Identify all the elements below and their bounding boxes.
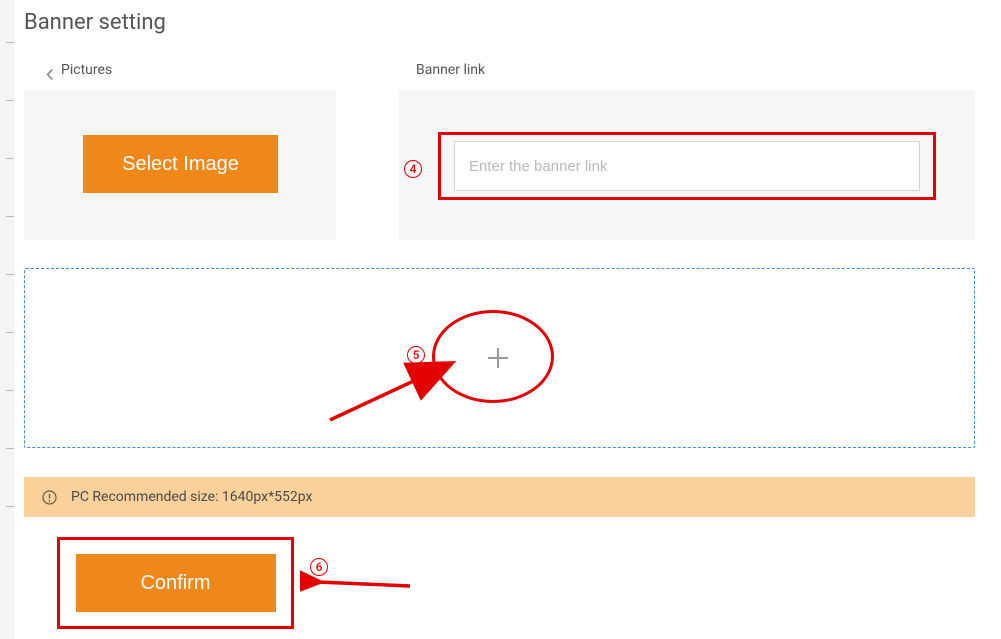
pictures-breadcrumb[interactable]: Pictures bbox=[46, 62, 112, 78]
callout-step-6: 6 bbox=[310, 558, 328, 576]
annotation-box-input bbox=[438, 132, 936, 200]
banner-link-label: Banner link bbox=[416, 62, 485, 78]
info-icon bbox=[42, 490, 57, 505]
chevron-left-icon bbox=[46, 65, 53, 76]
info-bar: PC Recommended size: 1640px*552px bbox=[24, 477, 975, 517]
confirm-button[interactable]: Confirm bbox=[76, 554, 276, 612]
annotation-box-confirm: Confirm bbox=[57, 537, 294, 629]
left-ruler bbox=[0, 0, 14, 639]
banner-link-input[interactable] bbox=[454, 141, 920, 191]
plus-icon[interactable] bbox=[488, 348, 508, 368]
callout-step-5: 5 bbox=[407, 346, 425, 364]
page-title: Banner setting bbox=[24, 10, 166, 35]
select-image-button[interactable]: Select Image bbox=[83, 135, 278, 193]
pictures-label: Pictures bbox=[61, 62, 112, 78]
callout-step-4: 4 bbox=[404, 160, 422, 178]
info-text: PC Recommended size: 1640px*552px bbox=[71, 489, 312, 505]
